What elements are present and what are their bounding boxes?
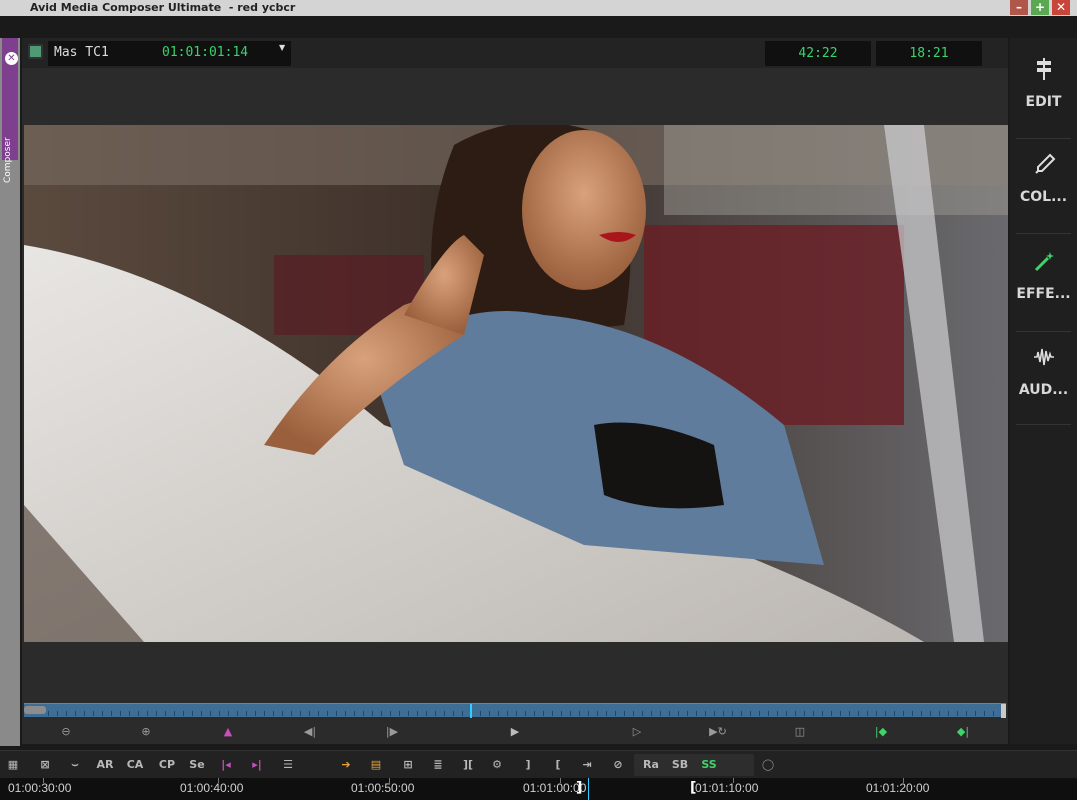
ruler-label: 01:00:50:00 — [351, 781, 415, 795]
lift-icon[interactable]: ▸| — [246, 756, 268, 774]
mark-out-icon[interactable]: ◆| — [953, 724, 973, 740]
video-image — [24, 125, 1008, 642]
step-backward-icon[interactable]: ◀| — [300, 724, 320, 740]
ruler-label: 01:01:10:00 — [695, 781, 759, 795]
smart-tool-icon[interactable]: ⌣ — [64, 756, 86, 774]
workspace-color[interactable]: COL... — [1010, 153, 1077, 205]
record-icon[interactable]: ◯ — [758, 756, 778, 774]
sb-button[interactable]: SB — [669, 756, 691, 774]
timecode-label: Mas TC1 — [54, 45, 109, 60]
window-title: Avid Media Composer Ultimate - red ycbcr — [30, 1, 296, 14]
position-indicator[interactable] — [470, 704, 472, 718]
snap-icon[interactable]: ≣ — [428, 756, 448, 774]
play-next-icon[interactable]: ▷ — [627, 724, 647, 740]
composer-tab-header[interactable]: ✕ Composer — [2, 38, 18, 183]
edit-workspace-icon — [1036, 58, 1051, 80]
close-icon[interactable]: ✕ — [5, 52, 18, 65]
sync-lock-icon[interactable]: ⊞ — [398, 756, 418, 774]
mark-out-bracket-icon[interactable]: ] — [520, 756, 536, 774]
workspace-divider — [1016, 138, 1071, 139]
workspace-divider — [1016, 331, 1071, 332]
mark-out-indicator: [ — [690, 780, 697, 796]
color-eyedropper-icon — [1034, 153, 1055, 174]
overwrite-icon[interactable]: ▤ — [366, 756, 386, 774]
title-bar: Avid Media Composer Ultimate - red ycbcr… — [0, 0, 1077, 16]
play-icon[interactable]: ▶ — [505, 724, 525, 740]
workspace-edit-label: EDIT — [1025, 94, 1062, 110]
position-bar-end — [1001, 704, 1006, 718]
effects-wand-icon — [1034, 252, 1054, 272]
mark-in-bracket-icon[interactable]: [ — [550, 756, 566, 774]
timeline-menu-icon[interactable]: ▦ — [4, 756, 22, 774]
workspace-panel: EDIT COL... EFFE... AUD... — [1010, 38, 1077, 744]
audio-waveform-icon — [1033, 348, 1054, 366]
maximize-button[interactable]: + — [1031, 0, 1049, 15]
position-bar-handle[interactable] — [24, 706, 46, 714]
timecode-value: 01:01:01:14 — [162, 45, 249, 60]
workspace-audio-label: AUD... — [1018, 382, 1069, 398]
splice-in-icon[interactable]: ➔ — [336, 756, 356, 774]
zoom-out-icon[interactable]: ⊖ — [56, 724, 76, 740]
position-bar[interactable] — [24, 703, 1006, 718]
monitor-controls: ⊖ ⊕ ▲ ◀| |▶ ▶ ▷ ▶↻ ◫ |◆ ◆| — [22, 722, 1008, 742]
workspace-audio[interactable]: AUD... — [1010, 346, 1077, 398]
clear-icon[interactable]: ⊘ — [608, 756, 628, 774]
timecode-display[interactable]: Mas TC1 01:01:01:14 ▼ — [48, 41, 291, 66]
close-window-button[interactable]: ✕ — [1052, 0, 1070, 15]
ca-button[interactable]: CA — [124, 756, 146, 774]
chevron-down-icon[interactable]: ▼ — [279, 43, 285, 52]
workspace-divider — [1016, 233, 1071, 234]
ruler-label: 01:01:20:00 — [866, 781, 930, 795]
ruler-label: 01:00:40:00 — [180, 781, 244, 795]
loop-play-icon[interactable]: ▶↻ — [708, 724, 728, 740]
effect-mode-icon[interactable]: ⚙ — [486, 756, 508, 774]
ar-button[interactable]: AR — [94, 756, 116, 774]
timeline-view-icon[interactable]: ☰ — [278, 756, 298, 774]
zoom-in-icon[interactable]: ⊕ — [136, 724, 156, 740]
duration-display-1[interactable]: 42:22 — [765, 41, 871, 66]
add-marker-icon[interactable]: ▲ — [218, 724, 238, 740]
composer-monitor: Mas TC1 01:01:01:14 ▼ 42:22 18:21 ⊖ ⊕ ▲ … — [22, 38, 1008, 744]
monitor-header: Mas TC1 01:01:01:14 ▼ 42:22 18:21 — [22, 38, 1008, 68]
toggle-source-record-icon[interactable]: ⊠ — [36, 756, 54, 774]
timeline-toolbar: ▦ ⊠ ⌣ AR CA CP Se |◂ ▸| ☰ ➔ ▤ ⊞ ≣ ][ ⚙ ]… — [0, 750, 1077, 778]
position-bar-ticks — [48, 711, 1000, 716]
split-view-icon[interactable]: ◫ — [790, 724, 810, 740]
video-frame[interactable] — [24, 125, 1008, 642]
monitor-icon[interactable] — [28, 44, 43, 59]
minimize-button[interactable]: – — [1010, 0, 1028, 15]
mark-in-indicator: ] — [576, 780, 583, 796]
extract-icon[interactable]: |◂ — [215, 756, 237, 774]
playhead[interactable] — [588, 778, 589, 800]
cp-button[interactable]: CP — [156, 756, 178, 774]
timecode-ruler[interactable]: 01:00:30:00 01:00:40:00 01:00:50:00 01:0… — [0, 778, 1077, 800]
duration-display-2[interactable]: 18:21 — [876, 41, 982, 66]
se-button[interactable]: Se — [186, 756, 208, 774]
clear-marks-icon[interactable]: ⇥ — [576, 756, 598, 774]
workspace-effects-label: EFFE... — [1016, 286, 1071, 302]
mark-in-icon[interactable]: |◆ — [871, 724, 891, 740]
ss-button[interactable]: SS — [698, 756, 720, 774]
trim-icon[interactable]: ][ — [458, 756, 478, 774]
workspace-edit[interactable]: EDIT — [1010, 58, 1077, 110]
ruler-label: 01:00:30:00 — [8, 781, 72, 795]
workspace-divider — [1016, 424, 1071, 425]
composer-side-tab: ✕ Composer — [0, 38, 20, 746]
composer-tab-label: Composer — [3, 137, 13, 183]
step-forward-icon[interactable]: |▶ — [382, 724, 402, 740]
workspace-effects[interactable]: EFFE... — [1010, 250, 1077, 302]
workspace-color-label: COL... — [1019, 189, 1068, 205]
ra-button[interactable]: Ra — [640, 756, 662, 774]
